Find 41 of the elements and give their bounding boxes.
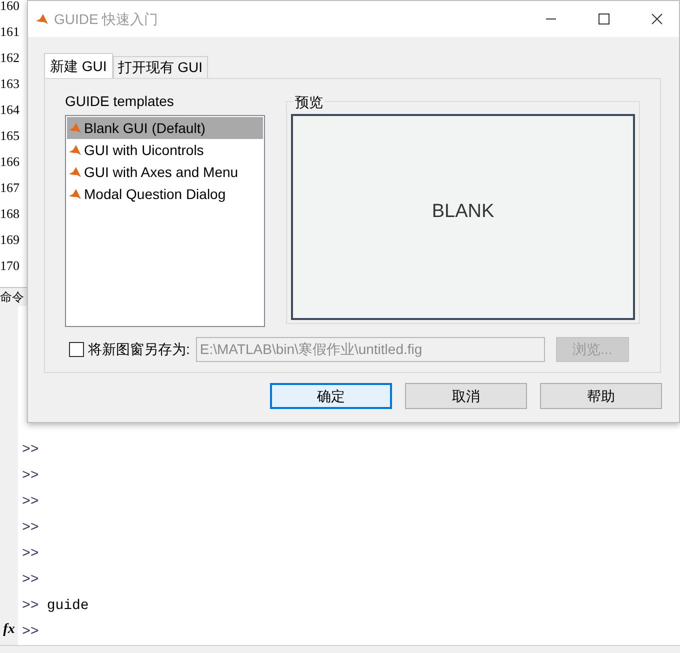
save-label: 将新图窗另存为:	[88, 340, 190, 359]
tab[interactable]: 打开现有 GUI	[112, 56, 208, 78]
line-number: 166	[0, 153, 20, 171]
logo-icon	[69, 144, 81, 156]
line-number: 170	[0, 257, 20, 275]
line-number: 161	[0, 23, 20, 41]
line-number: 163	[0, 75, 20, 93]
logo-icon	[69, 122, 81, 134]
command-prompt: >>	[22, 440, 39, 460]
tab[interactable]: 新建 GUI	[44, 53, 113, 78]
dialog-button[interactable]: 帮助	[540, 383, 662, 409]
command-prompt: >>	[22, 544, 39, 564]
window-title: GUIDE 快速入门	[54, 10, 158, 28]
command-prompt: >>	[22, 570, 39, 590]
line-number: 165	[0, 127, 20, 145]
line-number: 162	[0, 49, 20, 67]
line-number: 160	[0, 0, 20, 15]
template-item[interactable]: Blank GUI (Default)	[67, 117, 263, 139]
command-prompt: >>	[22, 492, 39, 512]
command-prompt: >>	[22, 622, 39, 642]
preview-title: 预览	[293, 94, 325, 110]
command-prompt: >>	[22, 466, 39, 486]
maximize-icon[interactable]	[598, 13, 610, 25]
line-number: 168	[0, 205, 20, 223]
line-number: 167	[0, 179, 20, 197]
dialog-button[interactable]: 确定	[270, 383, 392, 409]
line-number: 164	[0, 101, 20, 119]
dialog-button[interactable]: 取消	[405, 383, 527, 409]
save-checkbox[interactable]	[69, 342, 84, 357]
logo-icon	[69, 166, 81, 178]
function-icon[interactable]: fx	[3, 623, 15, 637]
logo-icon	[69, 188, 81, 200]
panel-title[interactable]: 命令	[0, 290, 24, 304]
app-logo-icon	[36, 13, 48, 25]
command-text: guide	[46, 596, 89, 616]
command-prompt: >>	[22, 596, 39, 616]
close-icon[interactable]	[651, 13, 663, 25]
preview-text: BLANK	[432, 200, 494, 224]
line-number: 169	[0, 231, 20, 249]
command-prompt: >>	[22, 518, 39, 538]
templates-label: GUIDE templates	[65, 93, 175, 109]
